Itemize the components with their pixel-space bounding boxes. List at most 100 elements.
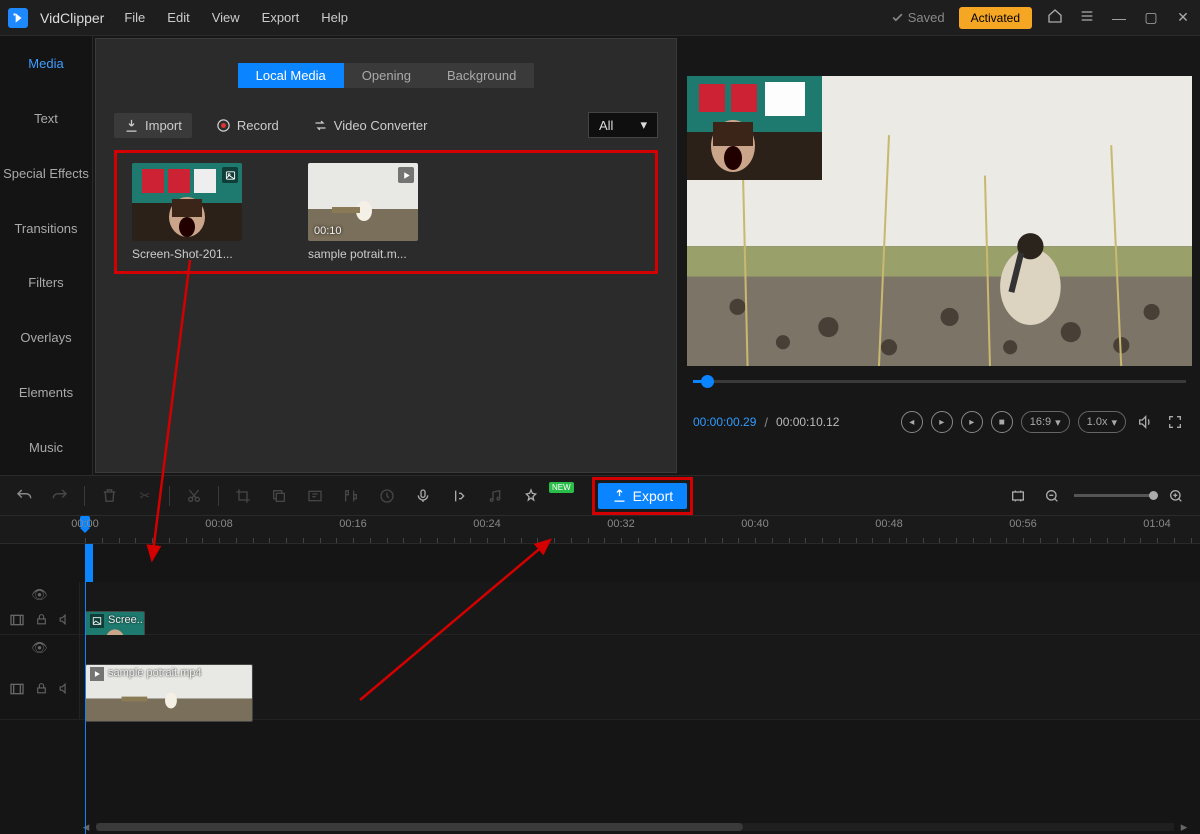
menu-edit[interactable]: Edit — [167, 10, 189, 25]
media-duration: 00:10 — [314, 225, 342, 237]
export-button[interactable]: Export — [598, 483, 687, 509]
prev-frame-button[interactable]: ◂ — [901, 411, 923, 433]
timeline-clip[interactable]: sample potrait.mp4 — [85, 664, 253, 722]
saved-label: Saved — [908, 10, 945, 25]
sidebar-elements[interactable]: Elements — [0, 365, 92, 420]
chevron-down-icon: ▾ — [640, 117, 647, 133]
export-label: Export — [633, 488, 673, 504]
speaker-icon[interactable] — [58, 613, 71, 629]
sidebar-text[interactable]: Text — [0, 91, 92, 146]
eye-icon[interactable]: 👁 — [31, 587, 48, 603]
lock-icon[interactable] — [35, 613, 48, 629]
import-button[interactable]: Import — [114, 113, 192, 138]
sidebar-media[interactable]: Media — [0, 36, 92, 91]
scrubber-handle[interactable] — [701, 375, 714, 388]
tab-local-media[interactable]: Local Media — [238, 63, 344, 88]
copy-button[interactable] — [267, 484, 291, 508]
record-button[interactable]: Record — [206, 113, 289, 138]
adjust-button[interactable] — [339, 484, 363, 508]
clip-image-icon — [90, 614, 104, 628]
crop-button[interactable] — [231, 484, 255, 508]
app-name: VidClipper — [40, 10, 104, 26]
track-body[interactable] — [80, 582, 1200, 608]
redo-button[interactable] — [48, 484, 72, 508]
menu-export[interactable]: Export — [262, 10, 300, 25]
tab-opening[interactable]: Opening — [344, 63, 429, 88]
fit-button[interactable] — [1006, 484, 1030, 508]
media-item[interactable]: Screen-Shot-201... — [127, 163, 247, 261]
sidebar-music[interactable]: Music — [0, 420, 92, 475]
activated-badge[interactable]: Activated — [959, 7, 1032, 29]
video-converter-button[interactable]: Video Converter — [303, 113, 438, 138]
sidebar-transitions[interactable]: Transitions — [0, 201, 92, 256]
effects-button[interactable] — [519, 484, 543, 508]
record-label: Record — [237, 118, 279, 133]
lock-icon[interactable] — [35, 682, 48, 698]
text-button[interactable] — [303, 484, 327, 508]
video-type-icon — [398, 167, 414, 183]
sidebar-overlays[interactable]: Overlays — [0, 310, 92, 365]
preview-video[interactable] — [687, 76, 1192, 366]
zoom-in-button[interactable] — [1164, 484, 1188, 508]
scroll-right-icon[interactable]: ▸ — [1178, 821, 1190, 833]
ruler-tick: 00:40 — [741, 518, 769, 530]
media-item-label: sample potrait.m... — [308, 247, 418, 261]
new-badge: NEW — [549, 482, 574, 493]
maximize-button[interactable]: ▢ — [1142, 9, 1160, 26]
tab-background[interactable]: Background — [429, 63, 534, 88]
preview-scrubber[interactable] — [693, 380, 1186, 383]
close-button[interactable]: ✕ — [1174, 9, 1192, 26]
home-icon[interactable] — [1046, 8, 1064, 27]
media-grid: Screen-Shot-201... 00:10 sample potrait.… — [114, 150, 658, 274]
convert-label: Video Converter — [334, 118, 428, 133]
main-menu: File Edit View Export Help — [124, 10, 348, 25]
volume-icon[interactable] — [1134, 411, 1156, 433]
sidebar-filters[interactable]: Filters — [0, 256, 92, 311]
tts-button[interactable] — [447, 484, 471, 508]
menu-file[interactable]: File — [124, 10, 145, 25]
scroll-left-icon[interactable]: ◂ — [80, 821, 92, 833]
time-button[interactable] — [375, 484, 399, 508]
saved-indicator: Saved — [891, 10, 945, 25]
split-button[interactable]: ✂ — [133, 484, 157, 508]
fullscreen-icon[interactable] — [1164, 411, 1186, 433]
zoom-out-button[interactable] — [1040, 484, 1064, 508]
clip-video-icon — [90, 667, 104, 681]
stop-button[interactable]: ■ — [991, 411, 1013, 433]
menu-help[interactable]: Help — [321, 10, 348, 25]
ruler-tick: 00:48 — [875, 518, 903, 530]
undo-button[interactable] — [12, 484, 36, 508]
clip-label: sample potrait.mp4 — [108, 667, 202, 679]
delete-button[interactable] — [97, 484, 121, 508]
timeline-h-scrollbar[interactable]: ◂ ▸ — [80, 822, 1190, 832]
timeline-tracks: 👁 Scree... — [0, 544, 1200, 834]
zoom-slider[interactable] — [1074, 494, 1154, 497]
media-thumbnail: 00:10 — [308, 163, 418, 241]
export-highlight: Export — [592, 477, 693, 515]
ruler-tick: 00:24 — [473, 518, 501, 530]
aspect-ratio-dropdown[interactable]: 16:9▾ — [1021, 411, 1070, 433]
speed-dropdown[interactable]: 1.0x▾ — [1078, 411, 1126, 433]
eye-icon[interactable]: 👁 — [31, 640, 48, 656]
playhead-line[interactable] — [85, 544, 86, 834]
overlay-thumbnail — [687, 76, 822, 180]
scrollbar-thumb[interactable] — [96, 823, 743, 831]
hamburger-icon[interactable] — [1078, 8, 1096, 27]
clip-label: Scree... — [108, 614, 145, 626]
detach-audio-button[interactable] — [483, 484, 507, 508]
play-button[interactable]: ▸ — [931, 411, 953, 433]
sidebar-special-effects[interactable]: Special Effects — [0, 146, 92, 201]
minimize-button[interactable]: — — [1110, 10, 1128, 26]
menu-view[interactable]: View — [212, 10, 240, 25]
timeline-ruler[interactable]: 00:0000:0800:1600:2400:3200:4000:4800:56… — [0, 516, 1200, 544]
ruler-tick: 00:32 — [607, 518, 635, 530]
image-type-icon — [222, 167, 238, 183]
time-total: 00:00:10.12 — [776, 415, 839, 429]
mic-button[interactable] — [411, 484, 435, 508]
speaker-icon[interactable] — [58, 682, 71, 698]
media-filter-dropdown[interactable]: All ▾ — [588, 112, 658, 138]
next-frame-button[interactable]: ▸ — [961, 411, 983, 433]
range-marker[interactable] — [85, 544, 93, 586]
media-item[interactable]: 00:10 sample potrait.m... — [303, 163, 423, 261]
cut-button[interactable] — [182, 484, 206, 508]
